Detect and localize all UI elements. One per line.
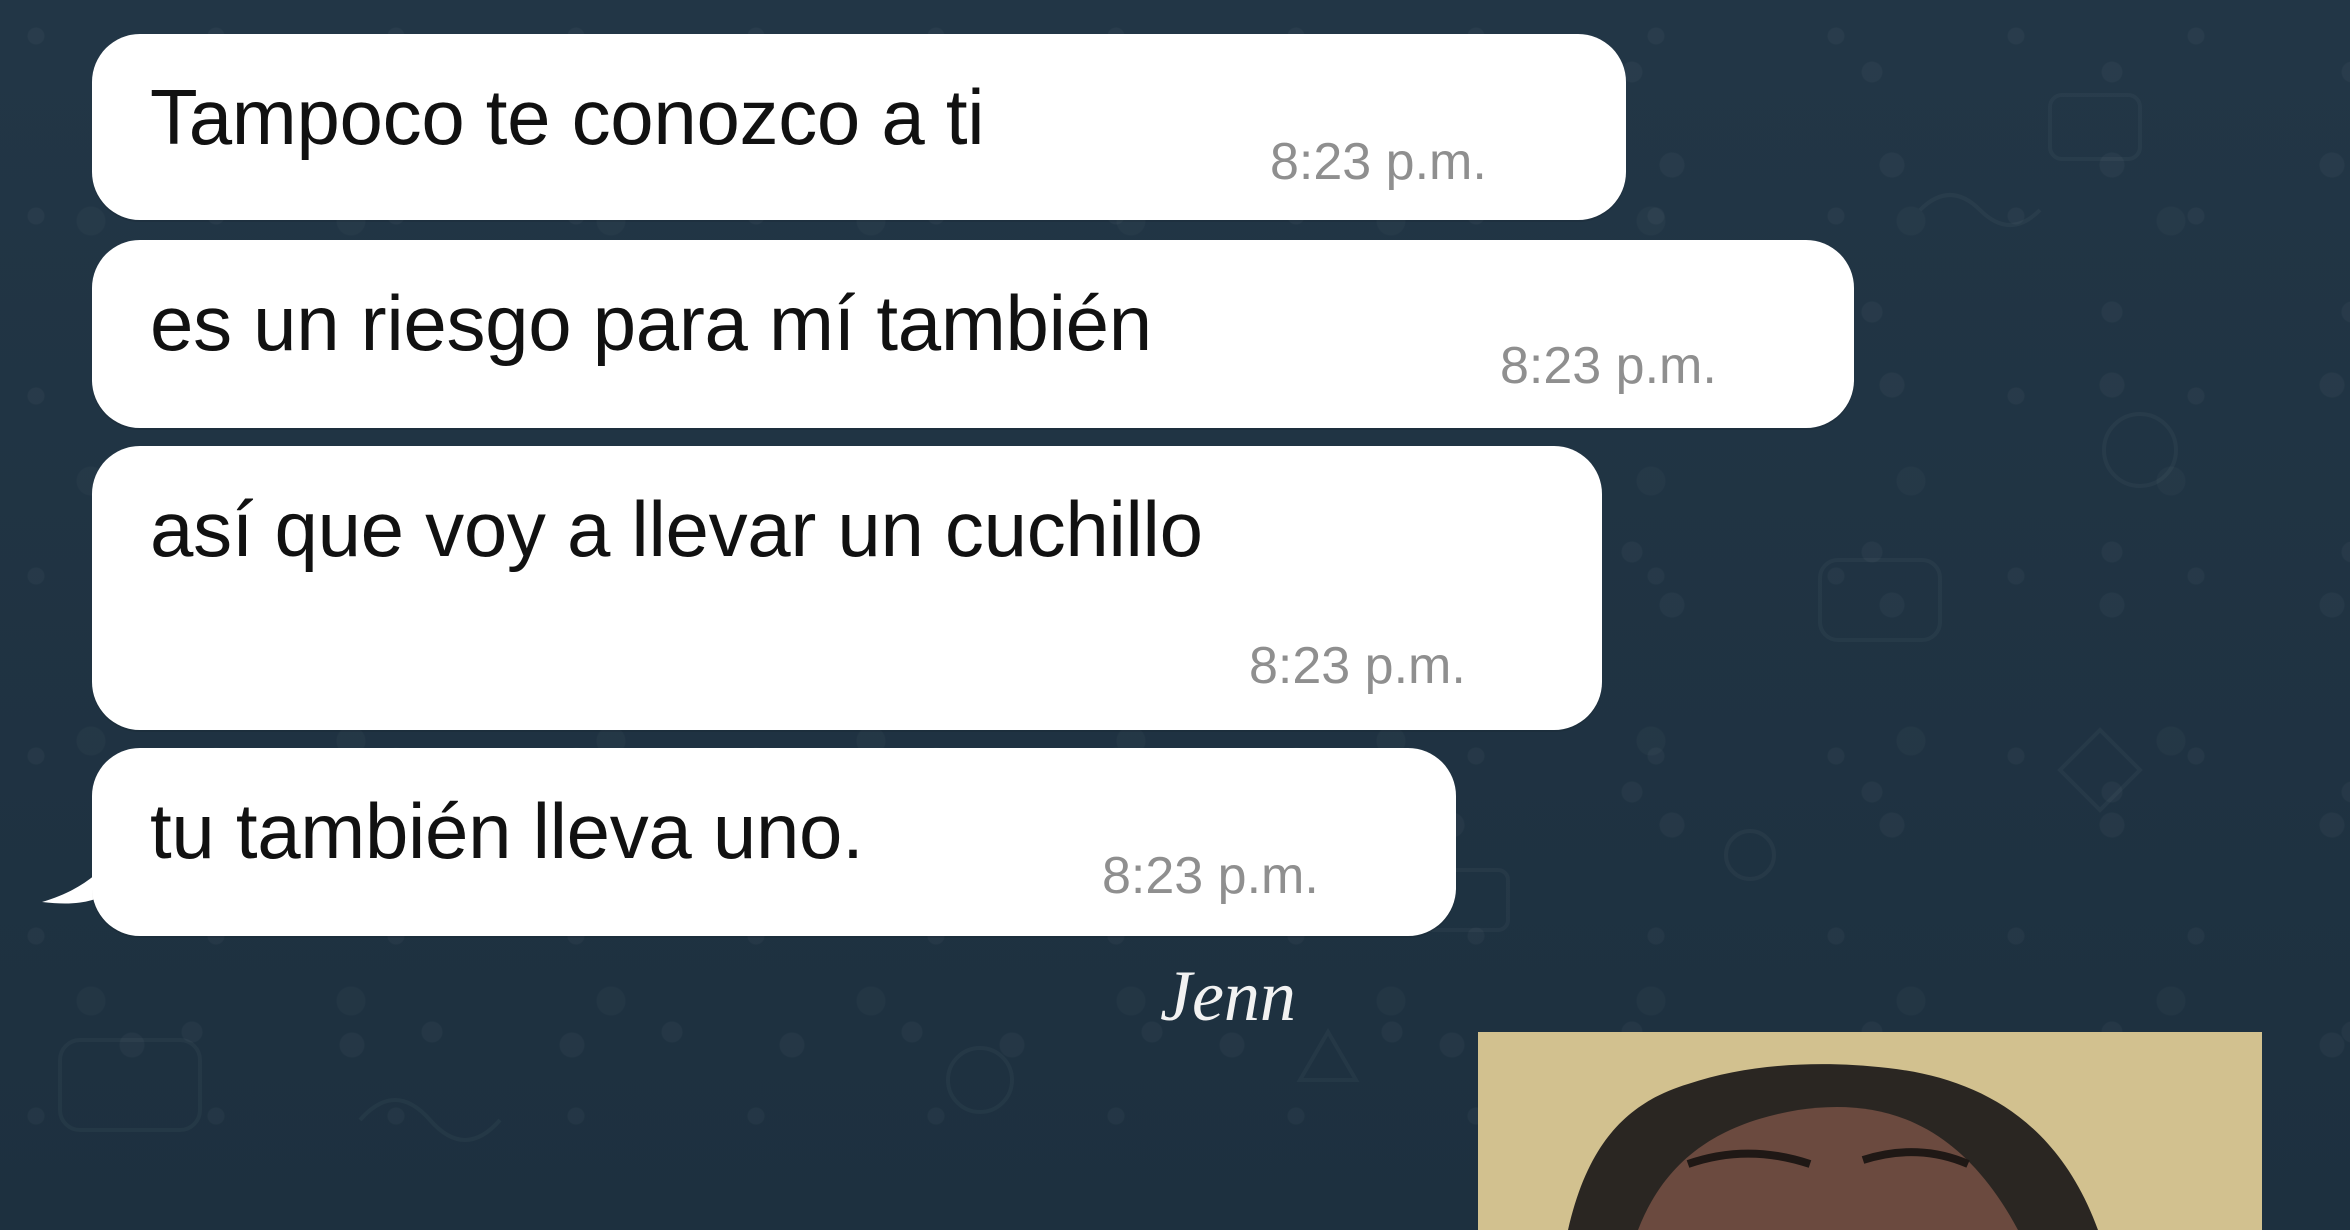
message-bubble: así que voy a llevar un cuchillo 8:23 p.…	[92, 446, 1602, 730]
message-timestamp: 8:23 p.m.	[1500, 337, 1717, 395]
chat-window: Tampoco te conozco a ti 8:23 p.m. es un …	[0, 0, 2350, 1230]
message-timestamp: 8:23 p.m.	[1249, 637, 1466, 695]
message-text: Tampoco te conozco a ti	[150, 73, 985, 161]
message-text: es un riesgo para mí también	[150, 279, 1152, 367]
message-timestamp: 8:23 p.m.	[1270, 133, 1487, 191]
message-timestamp: 8:23 p.m.	[1102, 847, 1319, 905]
person-photo-icon	[1478, 1032, 2262, 1230]
message-text: así que voy a llevar un cuchillo	[150, 485, 1203, 573]
message-bubble: es un riesgo para mí también 8:23 p.m.	[92, 240, 1854, 428]
sender-label: Jenn	[1160, 956, 1296, 1036]
message-bubble: tu también lleva uno. 8:23 p.m.	[92, 748, 1456, 936]
message-bubble: Tampoco te conozco a ti 8:23 p.m.	[92, 34, 1626, 220]
user-photo	[1478, 1032, 2262, 1230]
message-text: tu también lleva uno.	[150, 787, 864, 875]
